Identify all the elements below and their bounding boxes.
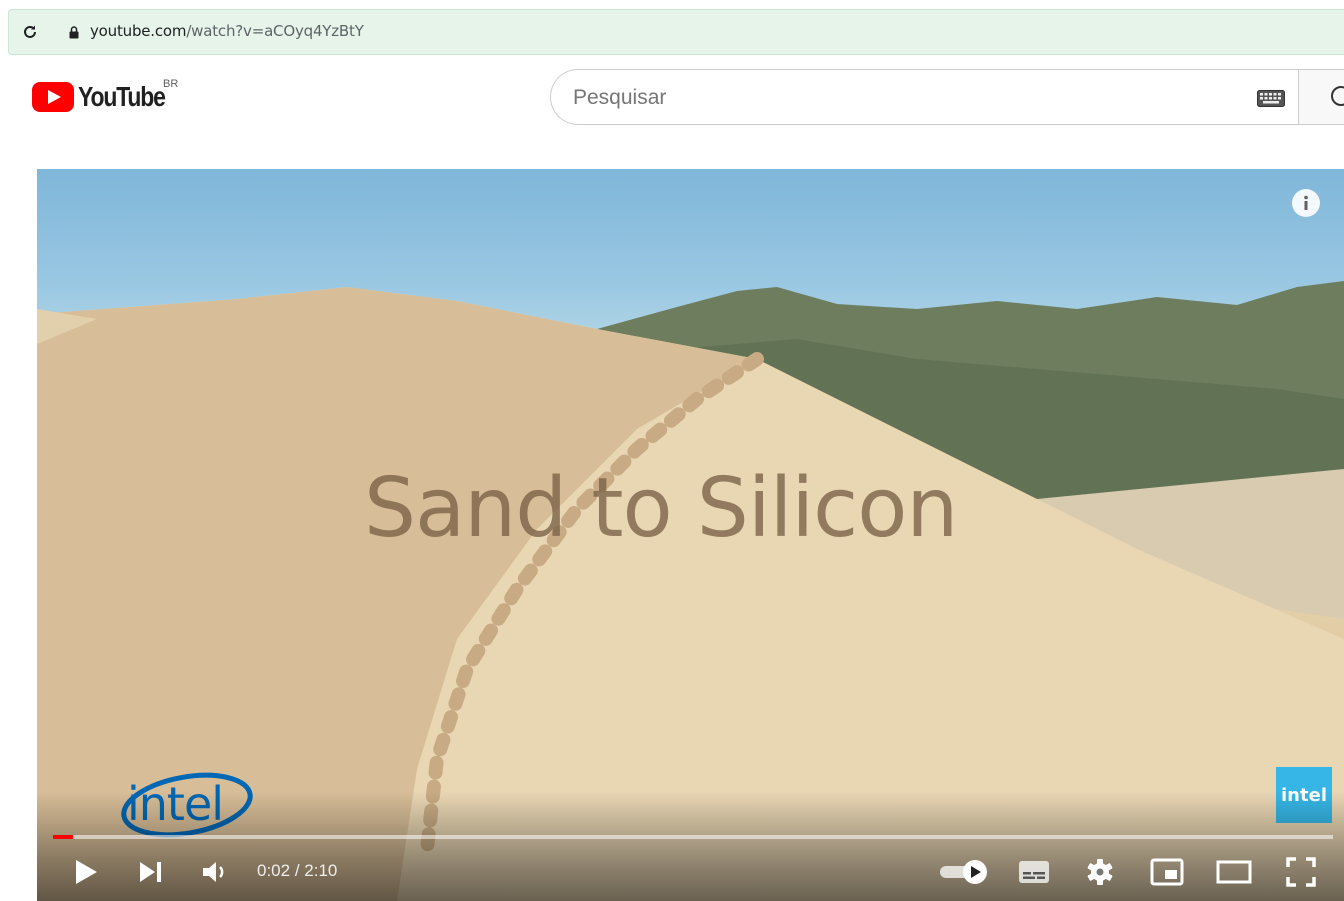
time-current: 0:02: [257, 861, 291, 880]
browser-toolbar: youtube.com/watch?v=aCOyq4YzBtY: [0, 0, 1344, 62]
search-button[interactable]: [1298, 69, 1344, 125]
info-icon[interactable]: [1292, 189, 1320, 217]
fullscreen-icon: [1286, 857, 1316, 887]
miniplayer-button[interactable]: [1149, 854, 1185, 890]
fullscreen-button[interactable]: [1283, 854, 1319, 890]
search-box: [550, 69, 1310, 125]
miniplayer-icon: [1150, 858, 1184, 886]
url-path: /watch?v=aCOyq4YzBtY: [186, 22, 364, 40]
video-title-overlay: Sand to Silicon: [364, 461, 958, 556]
reload-icon[interactable]: [19, 21, 41, 43]
theater-mode-button[interactable]: [1215, 854, 1253, 890]
subtitles-button[interactable]: [1017, 854, 1051, 890]
controls-gradient: [37, 791, 1344, 901]
youtube-play-icon: [32, 82, 74, 112]
subtitles-icon: [1019, 861, 1049, 883]
settings-button[interactable]: [1083, 854, 1117, 890]
autoplay-toggle[interactable]: [937, 854, 991, 890]
url-domain: youtube.com: [90, 22, 187, 40]
time-display: 0:02 / 2:10: [257, 861, 337, 881]
address-bar[interactable]: youtube.com/watch?v=aCOyq4YzBtY: [8, 9, 1344, 55]
volume-icon: [203, 862, 224, 882]
volume-button[interactable]: [199, 854, 233, 890]
play-icon: [76, 860, 97, 884]
logo-wordmark: YouTube: [78, 81, 166, 112]
time-total: 2:10: [304, 861, 338, 880]
youtube-header: YouTube BR: [0, 62, 1344, 142]
progress-bar[interactable]: [53, 835, 1333, 839]
youtube-logo[interactable]: YouTube BR: [32, 78, 184, 112]
search-icon: [1331, 86, 1344, 106]
region-code: BR: [163, 78, 179, 90]
keyboard-icon[interactable]: [1257, 90, 1285, 107]
play-button[interactable]: [71, 854, 101, 890]
search-input[interactable]: [573, 83, 1233, 113]
time-separator: /: [290, 861, 305, 880]
url-text[interactable]: youtube.com/watch?v=aCOyq4YzBtY: [90, 22, 364, 40]
gear-icon: [1087, 859, 1113, 885]
autoplay-icon: [940, 860, 987, 884]
lock-icon[interactable]: [67, 24, 81, 40]
progress-played: [53, 835, 74, 839]
next-button[interactable]: [136, 854, 166, 890]
video-player[interactable]: Sand to Silicon intel intel 0:02 / 2:10: [37, 169, 1344, 901]
next-icon: [140, 862, 161, 882]
theater-icon: [1216, 860, 1252, 884]
